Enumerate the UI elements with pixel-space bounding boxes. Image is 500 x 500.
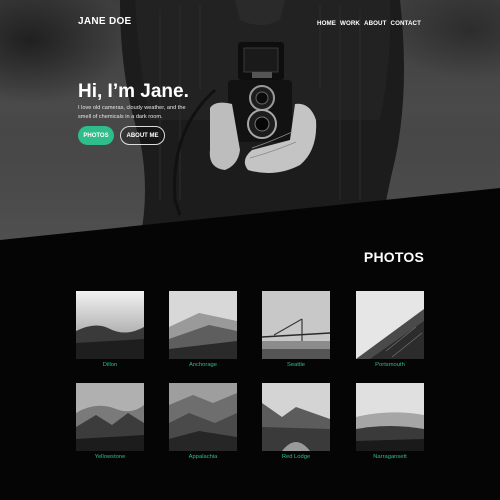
photos-button[interactable]: PHOTOS [78,126,114,145]
photo-caption[interactable]: Yellowstone [76,454,144,460]
photo-thumbnail-appalachia[interactable] [169,383,237,451]
about-me-button[interactable]: ABOUT ME [120,126,165,145]
site-logo[interactable]: JANE DOE [78,16,132,27]
photo-caption[interactable]: Narragansett [356,454,424,460]
nav-home[interactable]: HOME [317,20,336,27]
hero-diagonal-divider [0,188,500,240]
photo-thumbnail-red-lodge[interactable] [262,383,330,451]
photo-caption[interactable]: Appalachia [169,454,237,460]
photo-thumbnail-yellowstone[interactable] [76,383,144,451]
main-nav: HOME WORK ABOUT CONTACT [317,20,421,27]
photo-caption[interactable]: Red Lodge [262,454,330,460]
photo-thumbnail-anchorage[interactable] [169,291,237,359]
photos-section-title: PHOTOS [363,249,424,265]
photo-caption[interactable]: Dillon [76,362,144,368]
photo-caption[interactable]: Portsmouth [356,362,424,368]
photo-thumbnail-dillon[interactable] [76,291,144,359]
hero-subtitle: I love old cameras, cloudy weather, and … [78,105,186,120]
nav-about[interactable]: ABOUT [364,20,387,27]
hero-title: Hi, I’m Jane. [78,81,189,102]
photo-thumbnail-portsmouth[interactable] [356,291,424,359]
nav-contact[interactable]: CONTACT [391,20,422,27]
hero-section: JANE DOE HOME WORK ABOUT CONTACT Hi, I’m… [0,0,500,240]
photo-caption[interactable]: Seattle [262,362,330,368]
photo-thumbnail-narragansett[interactable] [356,383,424,451]
photo-caption[interactable]: Anchorage [169,362,237,368]
nav-work[interactable]: WORK [340,20,360,27]
photo-thumbnail-seattle[interactable] [262,291,330,359]
